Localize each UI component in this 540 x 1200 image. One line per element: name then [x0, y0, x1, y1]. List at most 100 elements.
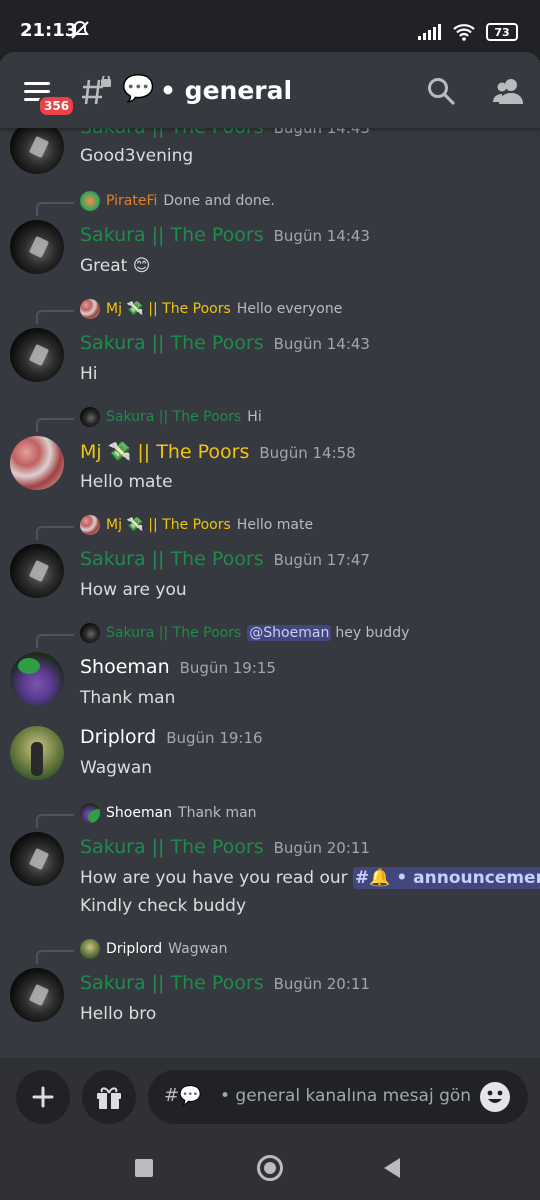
message-author[interactable]: Mj 💸 || The Poors: [80, 440, 249, 463]
channel-header: 356 💬 • general: [0, 52, 540, 128]
reply-avatar: [80, 939, 100, 959]
reply-author: Mj 💸 || The Poors: [106, 301, 231, 317]
reply-author: Sakura || The Poors: [106, 409, 242, 425]
home-button[interactable]: [257, 1155, 283, 1181]
message-list[interactable]: Sakura || The Poors Bugün 14:43 Good3ven…: [0, 128, 540, 1058]
search-icon[interactable]: [426, 76, 456, 106]
reply-connector: [36, 814, 74, 828]
avatar[interactable]: [10, 128, 64, 174]
reply-preview[interactable]: Driplord Wagwan: [80, 938, 228, 960]
message-author[interactable]: Driplord: [80, 726, 156, 748]
battery-icon: 73: [486, 23, 518, 41]
reply-preview[interactable]: Mj 💸 || The Poors Hello everyone: [80, 298, 342, 320]
message-timestamp: Bugün 19:16: [166, 729, 263, 747]
message-timestamp: Bugün 20:11: [273, 975, 370, 993]
reply-author: Mj 💸 || The Poors: [106, 517, 231, 533]
emoji-icon: [487, 1090, 503, 1103]
avatar[interactable]: [10, 832, 64, 886]
members-icon[interactable]: [492, 76, 524, 106]
message-text: Hi: [80, 364, 98, 384]
wifi-icon: [453, 24, 475, 41]
status-icons: 73: [418, 20, 518, 44]
reply-avatar: [80, 407, 100, 427]
gift-button[interactable]: [82, 1070, 136, 1124]
message-text: How are you have you read our #🔔 • annou…: [80, 864, 540, 892]
message-text: How are you: [80, 580, 187, 600]
message-author[interactable]: Sakura || The Poors: [80, 128, 264, 138]
message-input[interactable]: #💬 • general kanalına mesaj gönd...: [148, 1070, 528, 1124]
reply-connector: [36, 950, 74, 964]
message-timestamp: Bugün 20:11: [273, 839, 370, 857]
channel-prefix: #💬: [164, 1085, 202, 1106]
emoji-picker-button[interactable]: [480, 1082, 510, 1112]
message-author[interactable]: Shoeman: [80, 656, 170, 678]
user-mention[interactable]: @Shoeman: [247, 625, 332, 641]
mute-icon: [71, 20, 89, 39]
avatar[interactable]: [10, 652, 64, 706]
reply-author: PirateFi: [106, 193, 158, 209]
reply-text: Done and done.: [163, 193, 275, 209]
message-timestamp: Bugün 19:15: [179, 659, 276, 677]
message-text-line2: Kindly check buddy: [80, 896, 247, 916]
reply-text: Thank man: [178, 805, 257, 821]
reply-text: hey buddy: [335, 625, 410, 641]
avatar[interactable]: [10, 328, 64, 382]
reply-connector: [36, 202, 74, 216]
message-timestamp: Bugün 14:43: [273, 128, 370, 137]
message-author[interactable]: Sakura || The Poors: [80, 332, 264, 354]
reply-connector: [36, 310, 74, 324]
unread-badge: 356: [38, 95, 76, 117]
signal-icon: [418, 24, 441, 40]
system-nav-bar: [0, 1138, 540, 1200]
message-text-part: How are you have you read our: [80, 868, 348, 888]
reply-preview[interactable]: PirateFi Done and done.: [80, 190, 275, 212]
status-time: 21:13: [20, 20, 78, 41]
reply-text: Hello mate: [236, 517, 314, 533]
reply-text: Hi: [247, 409, 262, 425]
message-text: Hello bro: [80, 1004, 157, 1024]
recents-button[interactable]: [135, 1159, 153, 1177]
message-text: Thank man: [80, 688, 176, 708]
add-attachment-button[interactable]: [16, 1070, 70, 1124]
channel-mention[interactable]: #🔔 • announcements: [353, 867, 540, 889]
message-author[interactable]: Sakura || The Poors: [80, 836, 264, 858]
message-author[interactable]: Sakura || The Poors: [80, 548, 264, 570]
reply-author: Driplord: [106, 941, 163, 957]
reply-avatar: [80, 623, 100, 643]
reply-preview[interactable]: Shoeman Thank man: [80, 802, 257, 824]
message-timestamp: Bugün 17:47: [273, 551, 370, 569]
channel-title[interactable]: • general: [160, 76, 292, 105]
reply-author: Sakura || The Poors: [106, 625, 242, 641]
reply-avatar: [80, 515, 100, 535]
message-text: Great 😊: [80, 256, 151, 276]
back-button[interactable]: [384, 1158, 400, 1178]
avatar[interactable]: [10, 436, 64, 490]
reply-preview[interactable]: Sakura || The Poors @Shoeman hey buddy: [80, 622, 409, 644]
message-placeholder: • general kanalına mesaj gönd...: [220, 1086, 470, 1106]
reply-text: Wagwan: [168, 941, 228, 957]
message-text: Good3vening: [80, 146, 194, 166]
channel-emoji: 💬: [122, 74, 155, 104]
reply-preview[interactable]: Sakura || The Poors Hi: [80, 406, 262, 428]
reply-connector: [36, 526, 74, 540]
reply-connector: [36, 418, 74, 432]
reply-preview[interactable]: Mj 💸 || The Poors Hello mate: [80, 514, 313, 536]
message-author[interactable]: Sakura || The Poors: [80, 224, 264, 246]
reply-avatar: [80, 803, 100, 823]
avatar[interactable]: [10, 220, 64, 274]
reply-avatar: [80, 191, 100, 211]
hash-lock-icon: [82, 76, 111, 105]
avatar[interactable]: [10, 544, 64, 598]
reply-connector: [36, 634, 74, 648]
message-author[interactable]: Sakura || The Poors: [80, 972, 264, 994]
message-timestamp: Bugün 14:58: [259, 444, 356, 462]
message-text: Hello mate: [80, 472, 173, 492]
avatar[interactable]: [10, 726, 64, 780]
reply-avatar: [80, 299, 100, 319]
message-composer: #💬 • general kanalına mesaj gönd...: [0, 1058, 540, 1138]
plus-icon: [32, 1086, 54, 1108]
avatar[interactable]: [10, 968, 64, 1022]
status-bar: 21:13 73: [0, 0, 540, 60]
gift-icon: [97, 1087, 121, 1109]
message-timestamp: Bugün 14:43: [273, 227, 370, 245]
